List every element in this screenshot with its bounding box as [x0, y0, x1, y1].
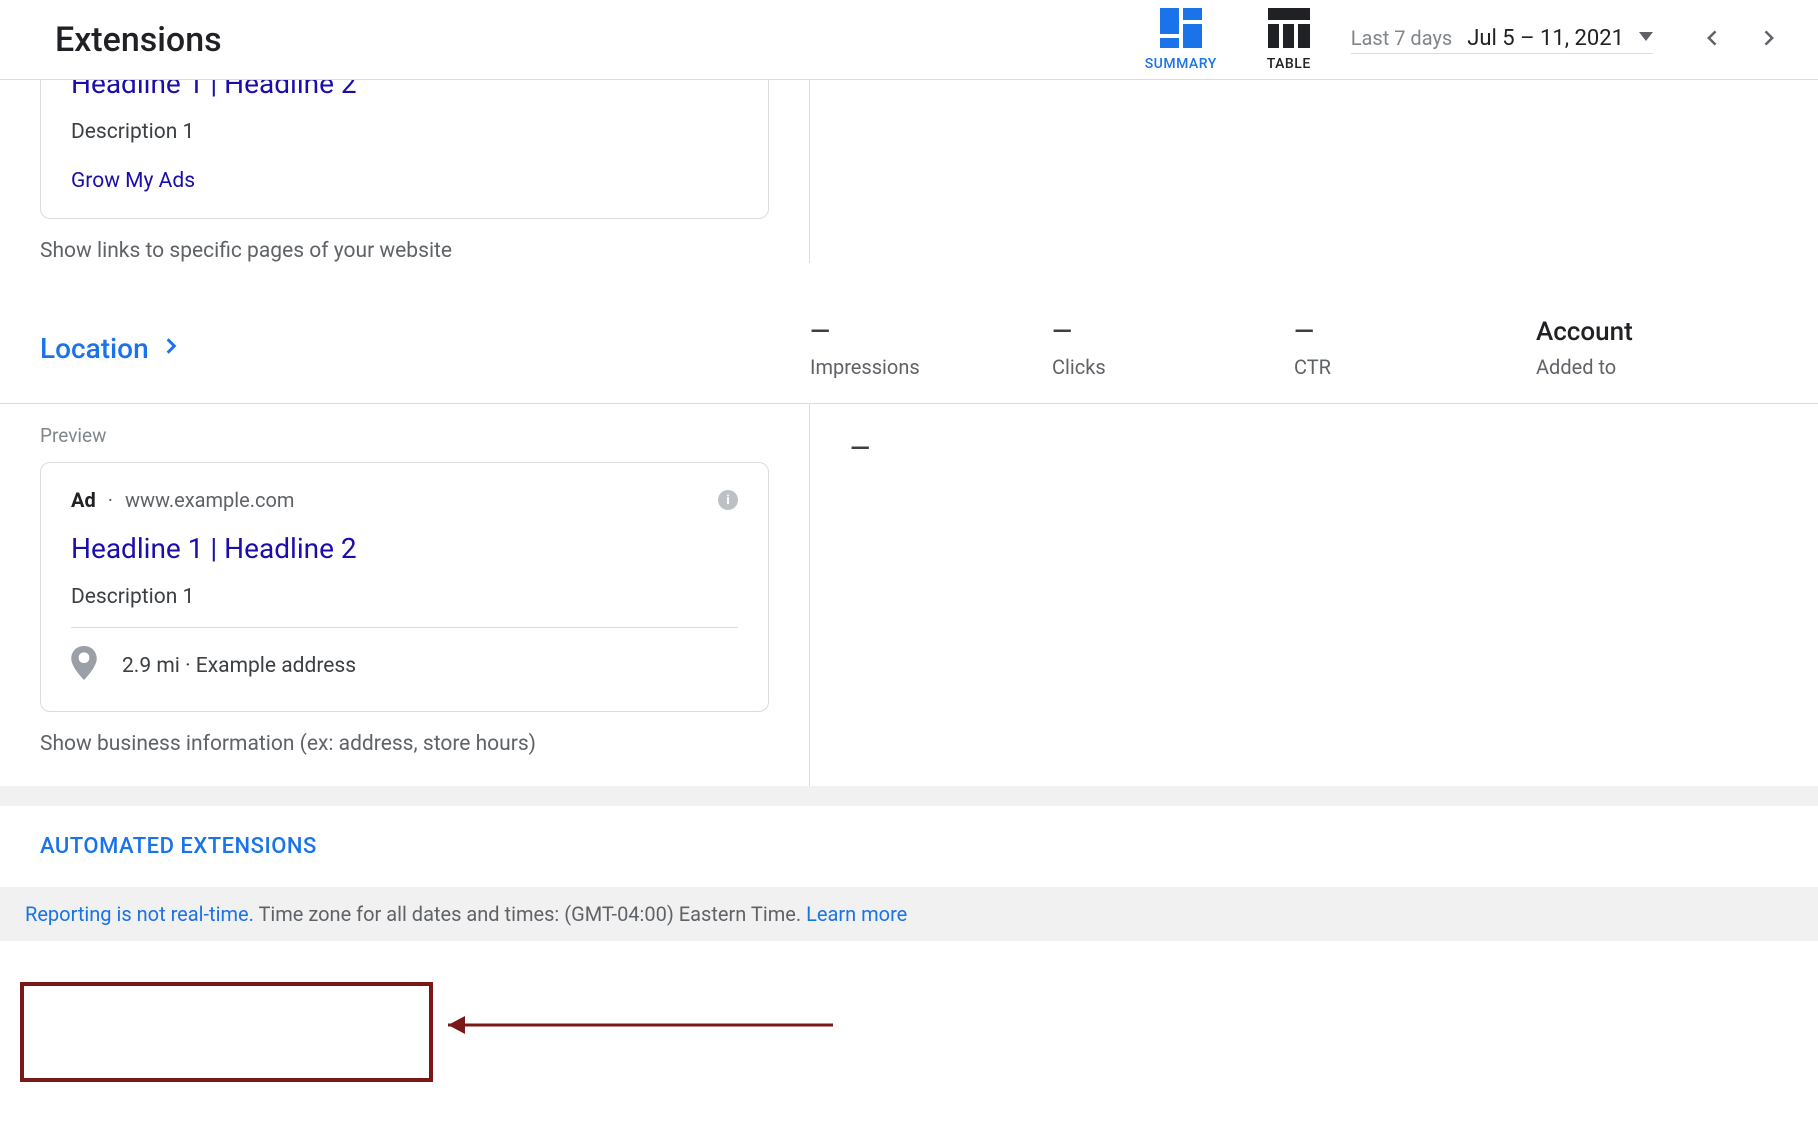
header-right: SUMMARY TABLE Last 7 days Jul 5 – 11, 20… — [1145, 8, 1778, 72]
main-content: Headline 1 | Headline 2 Description 1 Gr… — [0, 80, 1818, 941]
footer-learn-more-link[interactable]: Learn more — [806, 902, 907, 926]
summary-icon — [1160, 8, 1202, 48]
page-title: Extensions — [55, 20, 222, 60]
location-section-body: Preview Ad · www.example.com i Headline … — [0, 404, 1818, 786]
location-preview-col: Preview Ad · www.example.com i Headline … — [0, 404, 810, 786]
tab-summary[interactable]: SUMMARY — [1145, 8, 1217, 72]
ad-dot-separator: · — [108, 488, 113, 512]
annotation-highlight-box — [20, 982, 433, 1082]
footer-text: Time zone for all dates and times: (GMT-… — [254, 902, 806, 926]
ad-description-location: Description 1 — [71, 585, 738, 609]
ad-location-row: 2.9 mi · Example address — [71, 646, 738, 686]
preview-label: Preview — [40, 424, 769, 447]
tab-summary-label: SUMMARY — [1145, 56, 1217, 72]
metric-impressions-label: Impressions — [810, 355, 1052, 379]
location-ad-card: Ad · www.example.com i Headline 1 | Head… — [40, 462, 769, 712]
date-range-picker[interactable]: Last 7 days Jul 5 – 11, 2021 — [1351, 26, 1653, 54]
sitelink-hint: Show links to specific pages of your web… — [40, 239, 769, 263]
ad-top-row: Ad · www.example.com i — [71, 488, 738, 512]
prev-arrow-icon[interactable] — [1703, 28, 1723, 52]
location-hint: Show business information (ex: address, … — [40, 732, 769, 756]
chevron-right-icon — [161, 336, 181, 360]
date-range-value: Jul 5 – 11, 2021 — [1467, 26, 1624, 51]
footer-note: Reporting is not real-time. Time zone fo… — [0, 887, 1818, 941]
date-range-label: Last 7 days — [1351, 26, 1452, 50]
automated-extensions-section: AUTOMATED EXTENSIONS — [0, 806, 1818, 887]
annotation-arrow — [433, 1010, 833, 1040]
sitelink-metrics-col — [810, 80, 1778, 263]
tab-table-label: TABLE — [1267, 56, 1311, 72]
metric-clicks: — Clicks — [1052, 317, 1294, 379]
date-nav-arrows — [1703, 28, 1778, 52]
metric-clicks-label: Clicks — [1052, 355, 1294, 379]
metric-impressions: — Impressions — [810, 317, 1052, 379]
sitelink-preview-col: Headline 1 | Headline 2 Description 1 Gr… — [40, 80, 810, 263]
next-arrow-icon[interactable] — [1758, 28, 1778, 52]
sitelink-ad-card: Headline 1 | Headline 2 Description 1 Gr… — [40, 80, 769, 219]
metric-ctr-label: CTR — [1294, 355, 1536, 379]
metric-added-to-label: Added to — [1536, 355, 1778, 379]
automated-extensions-link[interactable]: AUTOMATED EXTENSIONS — [40, 834, 317, 859]
metric-clicks-value: — — [1052, 317, 1294, 347]
ad-location-text: 2.9 mi · Example address — [122, 654, 356, 678]
location-metrics-body: — — [810, 404, 1818, 786]
view-tabs: SUMMARY TABLE — [1145, 8, 1311, 72]
location-title-area[interactable]: Location — [40, 332, 810, 365]
table-icon — [1268, 8, 1310, 48]
ad-sitelink: Grow My Ads — [71, 169, 738, 193]
location-section-header: Location — Impressions — Clicks — CTR — [0, 293, 1818, 404]
location-pin-icon — [71, 646, 97, 686]
ad-distance: 2.9 mi — [122, 654, 180, 678]
ad-headline-truncated: Headline 1 | Headline 2 — [71, 80, 738, 100]
metric-ctr-value: — — [1294, 317, 1536, 347]
ad-address: Example address — [196, 654, 356, 678]
metric-ctr: — CTR — [1294, 317, 1536, 379]
dropdown-arrow-icon — [1639, 30, 1653, 46]
footer-reporting-link[interactable]: Reporting is not real-time. — [25, 902, 254, 926]
ad-url: www.example.com — [125, 488, 294, 512]
metric-added-to-value: Account — [1536, 317, 1778, 347]
sitelink-section-partial: Headline 1 | Headline 2 Description 1 Gr… — [0, 80, 1818, 293]
location-section: Location — Impressions — Clicks — CTR — [0, 293, 1818, 786]
metric-impressions-value: — — [810, 317, 1052, 347]
tab-table[interactable]: TABLE — [1267, 8, 1311, 72]
page-header: Extensions SUMMARY TABLE — [0, 0, 1818, 80]
ad-badge: Ad — [71, 488, 96, 512]
metric-added-to: Account Added to — [1536, 317, 1778, 379]
ad-divider — [71, 627, 738, 628]
location-title: Location — [40, 332, 149, 365]
ad-description: Description 1 — [71, 120, 738, 144]
info-icon[interactable]: i — [718, 490, 738, 510]
location-metrics-header: — Impressions — Clicks — CTR Account Add… — [810, 317, 1778, 379]
metric-body-dash: — — [850, 434, 1778, 464]
ad-headline: Headline 1 | Headline 2 — [71, 532, 738, 565]
ad-badge-row: Ad · www.example.com — [71, 488, 294, 512]
ad-location-sep: · — [185, 654, 196, 678]
